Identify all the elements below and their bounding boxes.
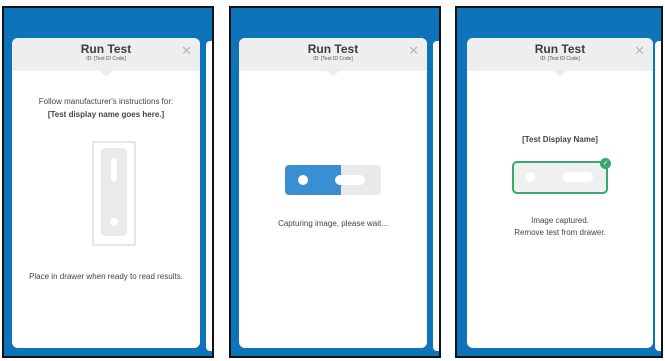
test-id-label: ID: [Test ID Code] — [313, 56, 353, 62]
close-icon[interactable]: ✕ — [181, 44, 192, 57]
run-test-card: Run Test ID: [Test ID Code] ✕ Capturing … — [239, 38, 427, 348]
test-id-label: ID: [Test ID Code] — [86, 56, 126, 62]
storyboard: Run Test ID: [Test ID Code] ✕ Follow man… — [0, 0, 665, 361]
header-caret — [327, 71, 339, 77]
next-card-peek — [655, 41, 661, 351]
run-test-card: Run Test ID: [Test ID Code] ✕ Follow man… — [12, 38, 200, 348]
cassette-body — [101, 148, 127, 236]
cassette-result-window — [335, 175, 365, 185]
cassette-sample-well — [525, 172, 535, 182]
check-icon: ✓ — [600, 158, 611, 169]
run-test-card: Run Test ID: [Test ID Code] ✕ [Test Disp… — [467, 38, 653, 348]
panel-capturing: Run Test ID: [Test ID Code] ✕ Capturing … — [229, 6, 441, 358]
drawer-instruction: Place in drawer when ready to read resul… — [29, 272, 183, 281]
panel-instructions: Run Test ID: [Test ID Code] ✕ Follow man… — [2, 6, 214, 358]
test-display-name: [Test display name goes here.] — [47, 110, 165, 119]
panel-captured: Run Test ID: [Test ID Code] ✕ [Test Disp… — [455, 6, 663, 358]
captured-cassette-indicator: ✓ — [512, 158, 611, 194]
instruction-text: Follow manufacturer's instructions for: — [38, 97, 174, 106]
cassette-sample-well — [298, 175, 308, 185]
card-title: Run Test — [534, 42, 586, 56]
card-title: Run Test — [307, 42, 359, 56]
capture-progress-fill — [285, 165, 341, 195]
card-title: Run Test — [80, 42, 132, 56]
remove-test-instruction: Remove test from drawer. — [514, 228, 606, 237]
capture-progress-indicator — [285, 165, 381, 195]
cassette-result-window — [563, 172, 593, 182]
card-header: Run Test ID: [Test ID Code] ✕ — [239, 38, 427, 77]
test-id-label: ID: [Test ID Code] — [540, 56, 580, 62]
cassette-result-window — [111, 158, 117, 182]
close-icon[interactable]: ✕ — [408, 44, 419, 57]
capture-complete-text: Image captured. — [531, 216, 589, 225]
capture-status-text: Capturing image, please wait... — [278, 219, 388, 228]
test-display-name: [Test Display Name] — [522, 135, 598, 144]
header-caret — [554, 71, 566, 77]
card-header: Run Test ID: [Test ID Code] ✕ — [467, 38, 653, 77]
test-cassette-illustration — [92, 141, 136, 246]
next-card-peek — [206, 41, 212, 351]
next-card-peek — [433, 41, 439, 351]
header-caret — [100, 71, 112, 77]
card-header: Run Test ID: [Test ID Code] ✕ — [12, 38, 200, 77]
cassette-sample-well — [110, 218, 118, 226]
close-icon[interactable]: ✕ — [634, 44, 645, 57]
